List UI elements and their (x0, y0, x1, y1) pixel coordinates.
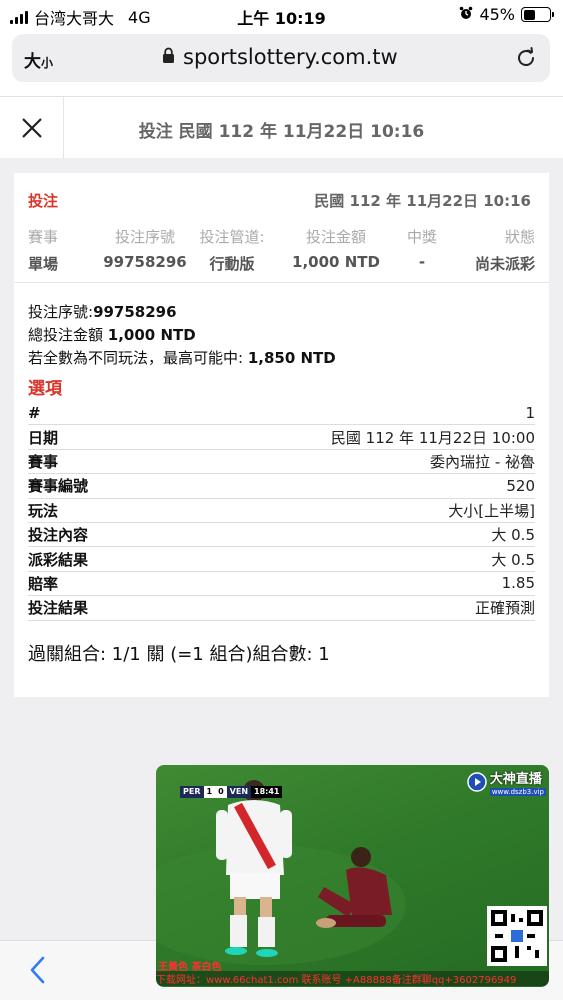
bet-label: 投注 (28, 192, 59, 210)
live-video-overlay[interactable]: PER 1 0 VEN 18:41 大神直播 www.dszb3.vip 王黃色… (156, 765, 549, 987)
alarm-icon (459, 5, 473, 24)
text-size-small: 小 (41, 56, 54, 70)
column-header: 賽事 (28, 228, 59, 246)
row-label: # (28, 403, 41, 422)
summary-serial-value: 99758296 (93, 303, 177, 321)
bet-detail-card: 投注 民國 112 年 11月22日 10:16 賽事 單場 投注序號 9975… (14, 173, 549, 697)
overview-column-amount: 投注金額 1,000 NTD (286, 226, 386, 271)
row-value: 大 0.5 (491, 526, 535, 545)
row-label: 日期 (28, 428, 59, 447)
table-row: 賽事編號 520 (28, 474, 535, 499)
stream-logo-url: www.dszb3.vip (489, 788, 546, 796)
parlay-summary: 過關組合: 1/1 關 (=1 組合)組合數: 1 (28, 644, 330, 665)
row-value: 委內瑞拉 - 祕魯 (430, 452, 535, 471)
table-row: 派彩結果 大 0.5 (28, 547, 535, 572)
overview-column-win: 中獎 - (399, 226, 445, 271)
summary-total-label: 總投注金額 (28, 326, 108, 344)
team-away: VEN (226, 786, 252, 798)
column-value: - (418, 253, 426, 271)
summary-serial: 投注序號:99758296 (28, 301, 336, 324)
summary-max-value: 1,850 NTD (247, 349, 336, 367)
table-row: 日期 民國 112 年 11月22日 10:00 (28, 425, 535, 450)
row-label: 玩法 (28, 501, 59, 520)
overview-column-serial: 投注序號 99758296 (90, 226, 200, 271)
summary-max: 若全數為不同玩法，最高可能中: 1,850 NTD (28, 347, 336, 370)
overview-column-channel: 投注管道: 行動版 (192, 226, 272, 274)
bet-date: 民國 112 年 11月22日 10:16 (314, 192, 531, 210)
url-text: sportslottery.com.tw (183, 45, 398, 69)
column-value: 尚未派彩 (474, 255, 535, 273)
column-value: 行動版 (209, 255, 255, 273)
row-label: 賽事編號 (28, 477, 89, 496)
column-value: 單場 (28, 255, 59, 273)
battery-icon (521, 7, 554, 22)
summary-total: 總投注金額 1,000 NTD (28, 324, 336, 347)
bet-overview: 投注 民國 112 年 11月22日 10:16 賽事 單場 投注序號 9975… (14, 173, 549, 283)
row-value: 大 0.5 (491, 550, 535, 569)
summary-serial-label: 投注序號: (28, 303, 94, 321)
column-header: 狀態 (504, 228, 535, 246)
options-table: #1 日期 民國 112 年 11月22日 10:00 賽事 委內瑞拉 - 祕魯 賽… (28, 401, 535, 621)
play-logo-icon (467, 772, 487, 792)
table-row: 投注結果 正確預測 (28, 596, 535, 621)
team-home: PER (180, 786, 204, 798)
row-value: 民國 112 年 11月22日 10:00 (330, 428, 535, 447)
address-bar[interactable]: 大小 sportslottery.com.tw (12, 34, 550, 82)
column-header: 中獎 (406, 228, 437, 246)
column-header: 投注金額 (305, 228, 366, 246)
page-header: 投注 民國 112 年 11月22日 10:16 (0, 96, 563, 159)
column-header: 投注序號 (114, 228, 175, 246)
match-scoreboard: PER 1 0 VEN 18:41 (180, 786, 283, 798)
url-display[interactable]: sportslottery.com.tw (162, 45, 398, 69)
text-size-label: 大 (24, 52, 41, 72)
stream-logo: 大神直播 www.dszb3.vip (467, 768, 546, 796)
column-value: 1,000 NTD (292, 253, 380, 271)
stream-logo-text: 大神直播 (489, 772, 542, 787)
row-value: 520 (506, 476, 535, 495)
score-home: 1 (203, 786, 216, 798)
table-row: 投注內容 大 0.5 (28, 523, 535, 548)
row-label: 投注結果 (28, 599, 89, 618)
table-row: 玩法 大小[上半場] (28, 499, 535, 523)
lock-icon (162, 45, 175, 69)
table-row: #1 (28, 401, 535, 426)
options-title: 選項 (28, 379, 62, 399)
column-header: 投注管道: (199, 228, 265, 246)
row-value: 1.85 (501, 574, 535, 593)
row-label: 賽事 (28, 452, 59, 471)
row-label: 派彩結果 (28, 550, 89, 569)
qr-code-icon (491, 910, 543, 962)
row-label: 投注內容 (28, 526, 89, 545)
chevron-left-icon (30, 956, 45, 984)
score-away: 0 (215, 786, 227, 798)
video-banner-ticker: 下载网址：www.66chat1.com 联系账号 +A88888备注群聊qq+… (156, 971, 549, 986)
table-row: 賽事 委內瑞拉 - 祕魯 (28, 450, 535, 475)
summary-total-value: 1,000 NTD (107, 326, 196, 344)
row-value: 正確預測 (474, 599, 535, 618)
summary-max-label: 若全數為不同玩法，最高可能中: (28, 349, 248, 367)
status-right: 45% (459, 5, 554, 24)
bet-summary: 投注序號:99758296 總投注金額 1,000 NTD 若全數為不同玩法，最… (28, 301, 336, 370)
column-value: 99758296 (103, 253, 187, 271)
match-clock: 18:41 (251, 786, 283, 798)
overview-column-event: 賽事 單場 (28, 226, 58, 274)
battery-percent: 45% (479, 5, 515, 24)
row-value: 大小[上半場] (448, 501, 535, 520)
text-size-button[interactable]: 大小 (24, 47, 53, 72)
reload-icon[interactable] (514, 46, 538, 74)
table-row: 賠率 1.85 (28, 572, 535, 597)
back-button[interactable] (28, 955, 48, 989)
qr-code (487, 906, 547, 966)
page-title: 投注 民國 112 年 11月22日 10:16 (138, 122, 425, 142)
browser-address-area: 大小 sportslottery.com.tw (0, 30, 563, 96)
row-label: 賠率 (28, 574, 59, 593)
row-value: 1 (525, 403, 535, 422)
status-bar: 台湾大哥大 4G 上午 10:19 45% (0, 0, 563, 30)
overview-column-status: 狀態 尚未派彩 (475, 226, 535, 274)
